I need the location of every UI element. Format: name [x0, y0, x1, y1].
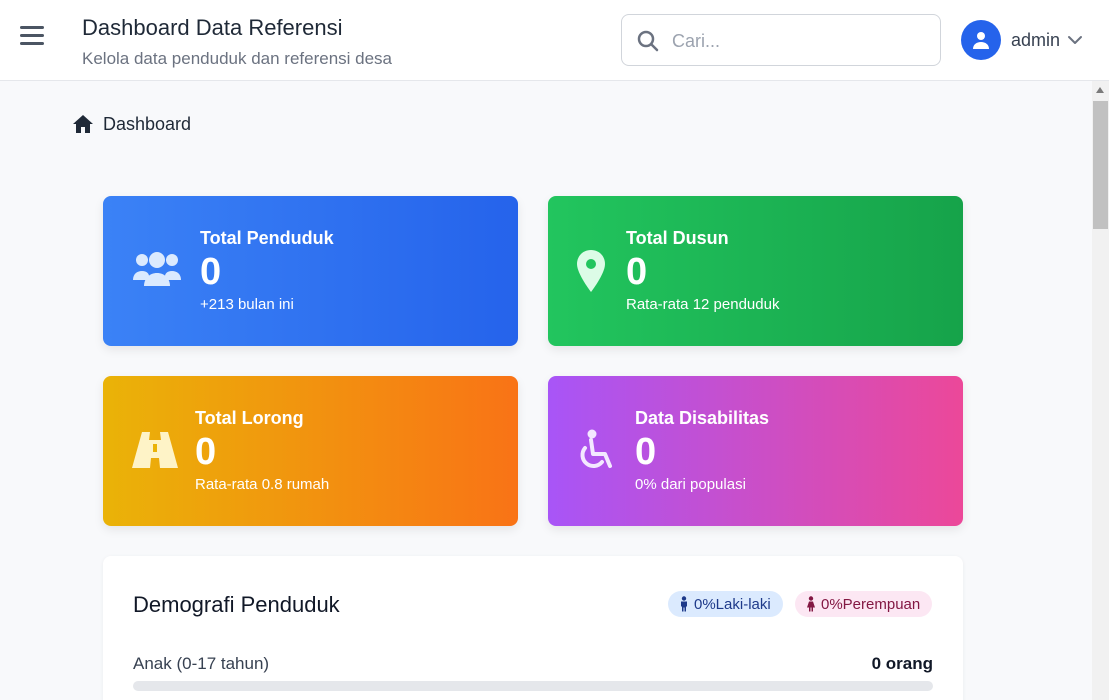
wheelchair-icon [580, 429, 612, 468]
scrollbar[interactable] [1092, 81, 1109, 700]
demographic-row-value: 0 orang [871, 654, 933, 673]
card-note: 0% dari populasi [635, 476, 746, 493]
card-label: Total Lorong [195, 408, 304, 428]
card-value: 0 [626, 251, 648, 293]
female-icon [807, 596, 815, 612]
menu-icon[interactable] [20, 26, 44, 50]
stat-card-total-penduduk[interactable]: Total Penduduk 0 +213 bulan ini [103, 196, 518, 346]
card-value: 0 [195, 431, 217, 473]
user-menu[interactable]: admin [961, 20, 1084, 60]
demographics-title: Demografi Penduduk [133, 592, 340, 617]
male-badge: 0%Laki-laki [668, 591, 783, 617]
card-note: Rata-rata 12 penduduk [626, 296, 780, 313]
username: admin [1011, 29, 1061, 50]
home-icon [73, 115, 93, 133]
card-label: Total Penduduk [200, 228, 334, 248]
card-note: Rata-rata 0.8 rumah [195, 476, 330, 493]
card-value: 0 [635, 431, 657, 473]
scrollbar-thumb[interactable] [1093, 101, 1108, 229]
male-badge-label: 0%Laki-laki [694, 595, 771, 613]
breadcrumb[interactable]: Dashboard [72, 113, 191, 135]
card-value: 0 [200, 251, 222, 293]
male-icon [681, 596, 687, 612]
search-box[interactable] [621, 14, 941, 66]
female-badge: 0%Perempuan [795, 591, 933, 617]
scroll-up-arrow-icon[interactable] [1096, 87, 1104, 93]
users-icon [133, 252, 181, 286]
page-subtitle: Kelola data penduduk dan referensi desa [82, 49, 393, 68]
demographics-panel: Demografi Penduduk 0%Laki-laki 0%Perempu… [103, 556, 963, 700]
demographic-row-label: Anak (0-17 tahun) [133, 654, 270, 673]
top-bar: Dashboard Data Referensi Kelola data pen… [0, 0, 1117, 81]
card-label: Data Disabilitas [635, 408, 770, 428]
stat-card-total-lorong[interactable]: Total Lorong 0 Rata-rata 0.8 rumah [103, 376, 518, 526]
user-icon [973, 32, 989, 49]
card-note: +213 bulan ini [200, 296, 294, 313]
stat-card-total-dusun[interactable]: Total Dusun 0 Rata-rata 12 penduduk [548, 196, 963, 346]
chevron-down-icon [1068, 36, 1083, 44]
demographic-progress-bar [133, 681, 933, 691]
window-edge [1109, 0, 1117, 700]
page-title: Dashboard Data Referensi [82, 15, 343, 40]
road-icon [132, 432, 178, 468]
map-pin-icon [577, 250, 605, 292]
avatar [961, 20, 1001, 60]
breadcrumb-label: Dashboard [103, 113, 192, 134]
card-label: Total Dusun [626, 228, 729, 248]
stat-card-data-disabilitas[interactable]: Data Disabilitas 0 0% dari populasi [548, 376, 963, 526]
female-badge-label: 0%Perempuan [821, 595, 921, 613]
search-icon [637, 30, 659, 52]
search-input[interactable] [672, 25, 927, 57]
